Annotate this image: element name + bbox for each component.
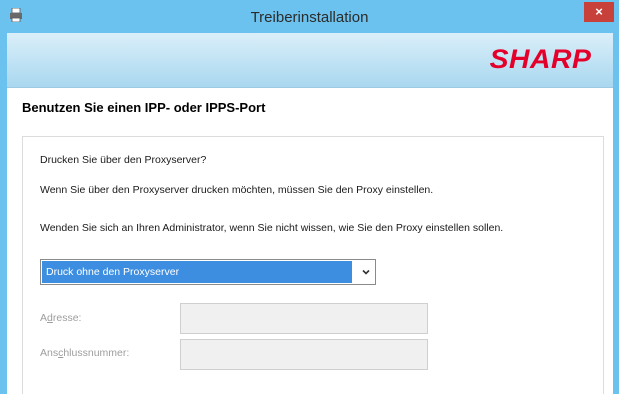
proxy-question: Drucken Sie über den Proxyserver? [40,154,207,166]
sharp-logo: SHARP [489,44,592,74]
title-bar[interactable]: Treiberinstallation × [0,0,619,33]
close-button[interactable]: × [584,2,614,22]
address-field[interactable] [180,303,428,334]
installer-window: Treiberinstallation × SHARP Benutzen Sie… [0,0,619,394]
port-number-label: Anschlussnummer: [40,347,130,359]
proxy-settings-panel: Drucken Sie über den Proxyserver? Wenn S… [22,136,604,394]
content-area: Benutzen Sie einen IPP- oder IPPS-Port D… [7,88,613,394]
proxy-info-text: Wenn Sie über den Proxyserver drucken mö… [40,184,434,196]
port-number-field[interactable] [180,339,428,370]
address-label: Adresse: [40,312,82,324]
admin-info-text: Wenden Sie sich an Ihren Administrator, … [40,222,504,234]
window-title: Treiberinstallation [250,9,369,26]
proxy-mode-selected-value: Druck ohne den Proxyserver [42,261,352,283]
page-heading: Benutzen Sie einen IPP- oder IPPS-Port [22,100,266,115]
proxy-mode-select[interactable]: Druck ohne den Proxyserver [40,259,376,285]
header-banner: SHARP [7,33,613,88]
chevron-down-icon[interactable] [361,267,371,277]
